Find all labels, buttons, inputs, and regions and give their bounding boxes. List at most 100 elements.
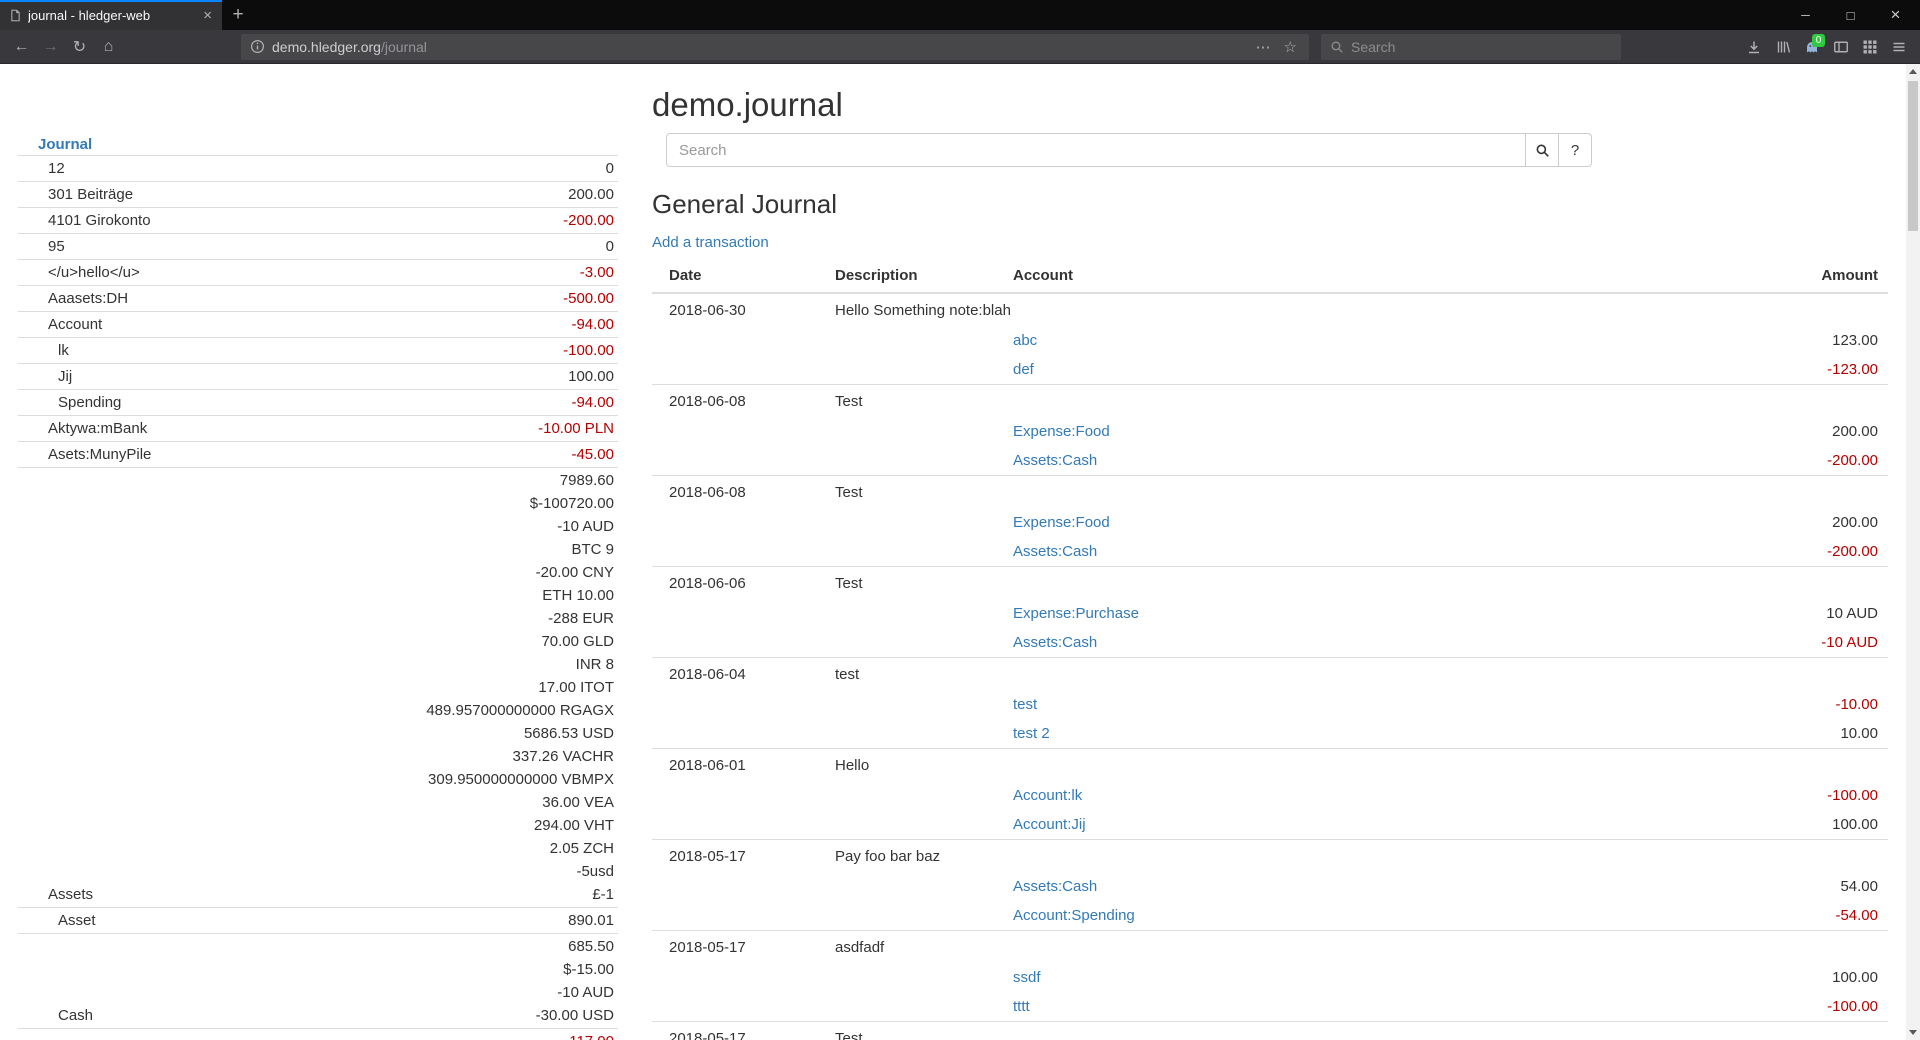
account-name-cell: Jij <box>18 364 269 390</box>
account-balance-cell: -500.00 <box>269 286 619 312</box>
sidebar-account-link[interactable]: 95 <box>48 238 65 255</box>
forward-icon[interactable]: → <box>36 33 65 61</box>
transaction-row[interactable]: 2018-06-04test <box>652 658 1888 691</box>
posting-account-link[interactable]: test <box>1013 696 1037 713</box>
posting-account-link[interactable]: abc <box>1013 332 1037 349</box>
balance-amount: 7989.60 <box>269 469 615 492</box>
account-balance-cell: -94.00 <box>269 312 619 338</box>
transaction-row[interactable]: 2018-06-08Test <box>652 476 1888 509</box>
sidebar-account-link[interactable]: 4101 Girokonto <box>48 212 151 229</box>
sidebar-account-link[interactable]: 301 Beiträge <box>48 186 133 203</box>
posting-account-link[interactable]: tttt <box>1013 998 1030 1015</box>
posting-account-link[interactable]: ssdf <box>1013 969 1041 986</box>
balance-amount: 5686.53 USD <box>269 722 615 745</box>
account-row: Account -94.00 <box>18 312 618 338</box>
posting-account-link[interactable]: Expense:Food <box>1013 423 1110 440</box>
sidebar-account-link[interactable]: Aktywa:mBank <box>48 420 147 437</box>
window-close-button[interactable]: × <box>1873 0 1918 30</box>
sidebar-account-link[interactable]: </u>hello</u> <box>48 264 140 281</box>
transaction-row[interactable]: 2018-05-17Pay foo bar baz <box>652 840 1888 873</box>
transaction-row[interactable]: 2018-05-17Test <box>652 1022 1888 1040</box>
downloads-icon[interactable] <box>1739 33 1768 61</box>
search-help-button[interactable]: ? <box>1558 133 1592 167</box>
scrollbar-down-arrow[interactable] <box>1906 1025 1920 1040</box>
balance-amount: 36.00 VEA <box>269 791 615 814</box>
extension-icon[interactable]: 0 <box>1797 33 1826 61</box>
account-name-cell: Aktywa:mBank <box>18 416 269 442</box>
transaction-date: 2018-05-17 <box>652 931 825 964</box>
account-name-cell: Asset <box>18 908 269 934</box>
transaction-row[interactable]: 2018-06-30Hello Something note:blah <box>652 293 1888 326</box>
browser-tab[interactable]: journal - hledger-web × <box>0 0 222 30</box>
sidebar-account-link[interactable]: Account <box>48 316 102 333</box>
sidebar-account-link[interactable]: Assets <box>48 886 93 903</box>
sidebar-journal-link[interactable]: Journal <box>38 136 92 153</box>
page-scrollbar[interactable] <box>1906 64 1920 1040</box>
balance-amount: 0 <box>269 235 615 258</box>
posting-account-link[interactable]: Account:Jij <box>1013 816 1086 833</box>
sidebar-account-link[interactable]: Aaasets:DH <box>48 290 128 307</box>
posting-account-cell: Assets:Cash <box>1003 537 1588 567</box>
posting-account-link[interactable]: Assets:Cash <box>1013 452 1097 469</box>
grid-icon[interactable] <box>1855 33 1884 61</box>
posting-amount: -54.00 <box>1588 901 1888 931</box>
url-text[interactable]: demo.hledger.org/journal <box>272 39 427 55</box>
transaction-amount-cell <box>1588 658 1888 691</box>
transaction-row[interactable]: 2018-06-01Hello <box>652 749 1888 782</box>
sidebar-account-link[interactable]: 12 <box>48 160 65 177</box>
window-maximize-button[interactable]: □ <box>1828 0 1873 30</box>
add-transaction-link[interactable]: Add a transaction <box>652 234 769 251</box>
journal-search-input[interactable] <box>666 133 1526 167</box>
sidebar-account-link[interactable]: Jij <box>58 368 72 385</box>
library-icon[interactable] <box>1768 33 1797 61</box>
posting-account-link[interactable]: Account:lk <box>1013 787 1082 804</box>
url-bar[interactable]: demo.hledger.org/journal ⋯ ☆ <box>241 34 1309 60</box>
balance-amount: -500.00 <box>269 287 615 310</box>
scrollbar-up-arrow[interactable] <box>1906 64 1920 79</box>
search-button[interactable] <box>1525 133 1559 167</box>
account-row: Aktywa:mBank-10.00 PLN <box>18 416 618 442</box>
posting-row: ssdf100.00 <box>652 963 1888 992</box>
sidebar: Journal 120301 Beiträge200.004101 Giroko… <box>18 135 618 1040</box>
transaction-row[interactable]: 2018-06-08Test <box>652 385 1888 418</box>
transaction-row[interactable]: 2018-05-17asdfadf <box>652 931 1888 964</box>
posting-account-link[interactable]: Expense:Food <box>1013 514 1110 531</box>
browser-toolbar: ← → ↻ ⌂ demo.hledger.org/journal ⋯ ☆ Sea… <box>0 30 1920 64</box>
sidebar-account-link[interactable]: lk <box>58 342 69 359</box>
register-table: Date Description Account Amount 2018-06-… <box>652 259 1888 1040</box>
page-actions-icon[interactable]: ⋯ <box>1253 38 1274 56</box>
new-tab-button[interactable]: + <box>222 0 254 30</box>
site-info-icon[interactable] <box>250 39 265 54</box>
sidebar-account-link[interactable]: Cash <box>58 1007 93 1024</box>
posting-account-link[interactable]: Assets:Cash <box>1013 878 1097 895</box>
posting-account-link[interactable]: Account:Spending <box>1013 907 1135 924</box>
posting-account-link[interactable]: test 2 <box>1013 725 1050 742</box>
sidebar-account-link[interactable]: Spending <box>58 394 121 411</box>
home-icon[interactable]: ⌂ <box>94 33 123 61</box>
balance-amount: -200.00 <box>269 209 615 232</box>
posting-account-link[interactable]: Expense:Purchase <box>1013 605 1139 622</box>
tab-close-icon[interactable]: × <box>199 7 216 24</box>
transaction-amount-cell <box>1588 749 1888 782</box>
posting-account-link[interactable]: def <box>1013 361 1034 378</box>
sidebars-icon[interactable] <box>1826 33 1855 61</box>
posting-account-cell: Expense:Food <box>1003 508 1588 537</box>
sidebar-account-link[interactable]: Asset <box>58 912 96 929</box>
balance-amount: -288 EUR <box>269 607 615 630</box>
posting-amount: -200.00 <box>1588 446 1888 476</box>
account-balance-cell: 100.00 <box>269 364 619 390</box>
scrollbar-thumb[interactable] <box>1908 81 1918 231</box>
posting-account-cell: Assets:Cash <box>1003 628 1588 658</box>
reload-icon[interactable]: ↻ <box>65 33 94 61</box>
posting-account-link[interactable]: Assets:Cash <box>1013 543 1097 560</box>
bookmark-star-icon[interactable]: ☆ <box>1281 38 1300 56</box>
back-icon[interactable]: ← <box>7 33 36 61</box>
transaction-description: asdfadf <box>825 931 1588 964</box>
account-row: Spending-94.00 <box>18 390 618 416</box>
sidebar-account-link[interactable]: Asets:MunyPile <box>48 446 151 463</box>
posting-account-link[interactable]: Assets:Cash <box>1013 634 1097 651</box>
browser-search-field[interactable]: Search <box>1321 34 1621 60</box>
window-minimize-button[interactable]: ─ <box>1783 0 1828 30</box>
transaction-row[interactable]: 2018-06-06Test <box>652 567 1888 600</box>
menu-icon[interactable] <box>1884 33 1913 61</box>
